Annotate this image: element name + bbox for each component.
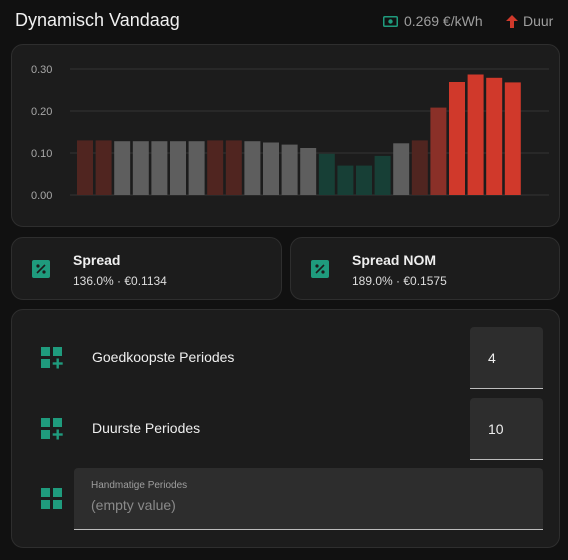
spread-card[interactable]: Spread 136.0% · €0.1134 <box>11 237 282 300</box>
y-tick-label: 0.30 <box>31 64 52 76</box>
page-title: Dynamisch Vandaag <box>15 10 180 30</box>
chart-bar[interactable] <box>356 165 372 195</box>
cash-icon <box>383 15 398 27</box>
cheapest-periods-label: Goedkoopste Periodes <box>92 349 235 365</box>
expensive-periods-input[interactable]: 10 <box>470 398 543 460</box>
view-grid-icon <box>41 488 62 509</box>
trend-indicator[interactable]: Duur <box>506 13 553 29</box>
chart-bar[interactable] <box>504 82 521 195</box>
chart-bar[interactable] <box>95 140 112 195</box>
chart-bar[interactable] <box>263 142 279 196</box>
expensive-periods-label: Duurste Periodes <box>92 420 201 436</box>
y-tick-label: 0.00 <box>31 190 52 202</box>
cheapest-periods-input[interactable]: 4 <box>470 327 543 389</box>
chart-bar[interactable] <box>318 153 335 195</box>
chart-bar[interactable] <box>300 148 317 195</box>
view-grid-plus-icon <box>41 347 63 369</box>
chart-bar[interactable] <box>393 143 410 195</box>
chart-bar[interactable] <box>114 141 131 195</box>
y-tick-label: 0.20 <box>31 106 52 118</box>
chart-bar[interactable] <box>77 140 93 195</box>
trend-label: Duur <box>523 13 554 29</box>
spread-nom-title: Spread NOM <box>352 252 437 268</box>
price-chart[interactable]: 0.30 0.20 0.10 0.00 <box>12 45 561 228</box>
chart-bar[interactable] <box>225 140 242 195</box>
header: Dynamisch Vandaag 0.269 €/kWh Duur <box>0 0 568 44</box>
chart-bar[interactable] <box>170 141 186 195</box>
chart-bar[interactable] <box>449 82 465 195</box>
manual-periods-value[interactable]: (empty value) <box>91 497 176 513</box>
chart-bar[interactable] <box>244 141 261 195</box>
price-indicator[interactable]: 0.269 €/kWh <box>383 13 483 29</box>
chart-bar[interactable] <box>467 74 484 196</box>
spread-title: Spread <box>73 252 121 268</box>
chart-bar[interactable] <box>411 140 428 195</box>
chart-bar[interactable] <box>188 141 205 195</box>
chart-bar[interactable] <box>374 155 391 195</box>
spread-nom-value: 189.0% · €0.1575 <box>352 274 447 288</box>
spread-nom-card[interactable]: Spread NOM 189.0% · €0.1575 <box>290 237 560 300</box>
manual-periods-label: Handmatige Periodes <box>91 480 188 491</box>
chart-bar[interactable] <box>430 107 447 195</box>
arrow-up-icon <box>506 14 518 28</box>
chart-bar[interactable] <box>486 77 503 195</box>
settings-card: Goedkoopste Periodes 4 Duurste Periodes … <box>11 309 560 548</box>
price-value: 0.269 €/kWh <box>404 13 483 29</box>
chart-bar[interactable] <box>151 141 168 195</box>
chart-bar[interactable] <box>337 165 354 195</box>
percent-box-icon <box>311 260 329 278</box>
price-chart-card: 0.30 0.20 0.10 0.00 <box>11 44 560 227</box>
percent-box-icon <box>32 260 50 278</box>
manual-periods-field[interactable]: Handmatige Periodes (empty value) <box>74 468 543 530</box>
y-tick-label: 0.10 <box>31 148 52 160</box>
view-grid-plus-icon <box>41 418 63 440</box>
chart-bar[interactable] <box>281 144 298 195</box>
chart-bar[interactable] <box>132 141 149 195</box>
spread-value: 136.0% · €0.1134 <box>73 274 167 288</box>
chart-bar[interactable] <box>207 140 224 195</box>
